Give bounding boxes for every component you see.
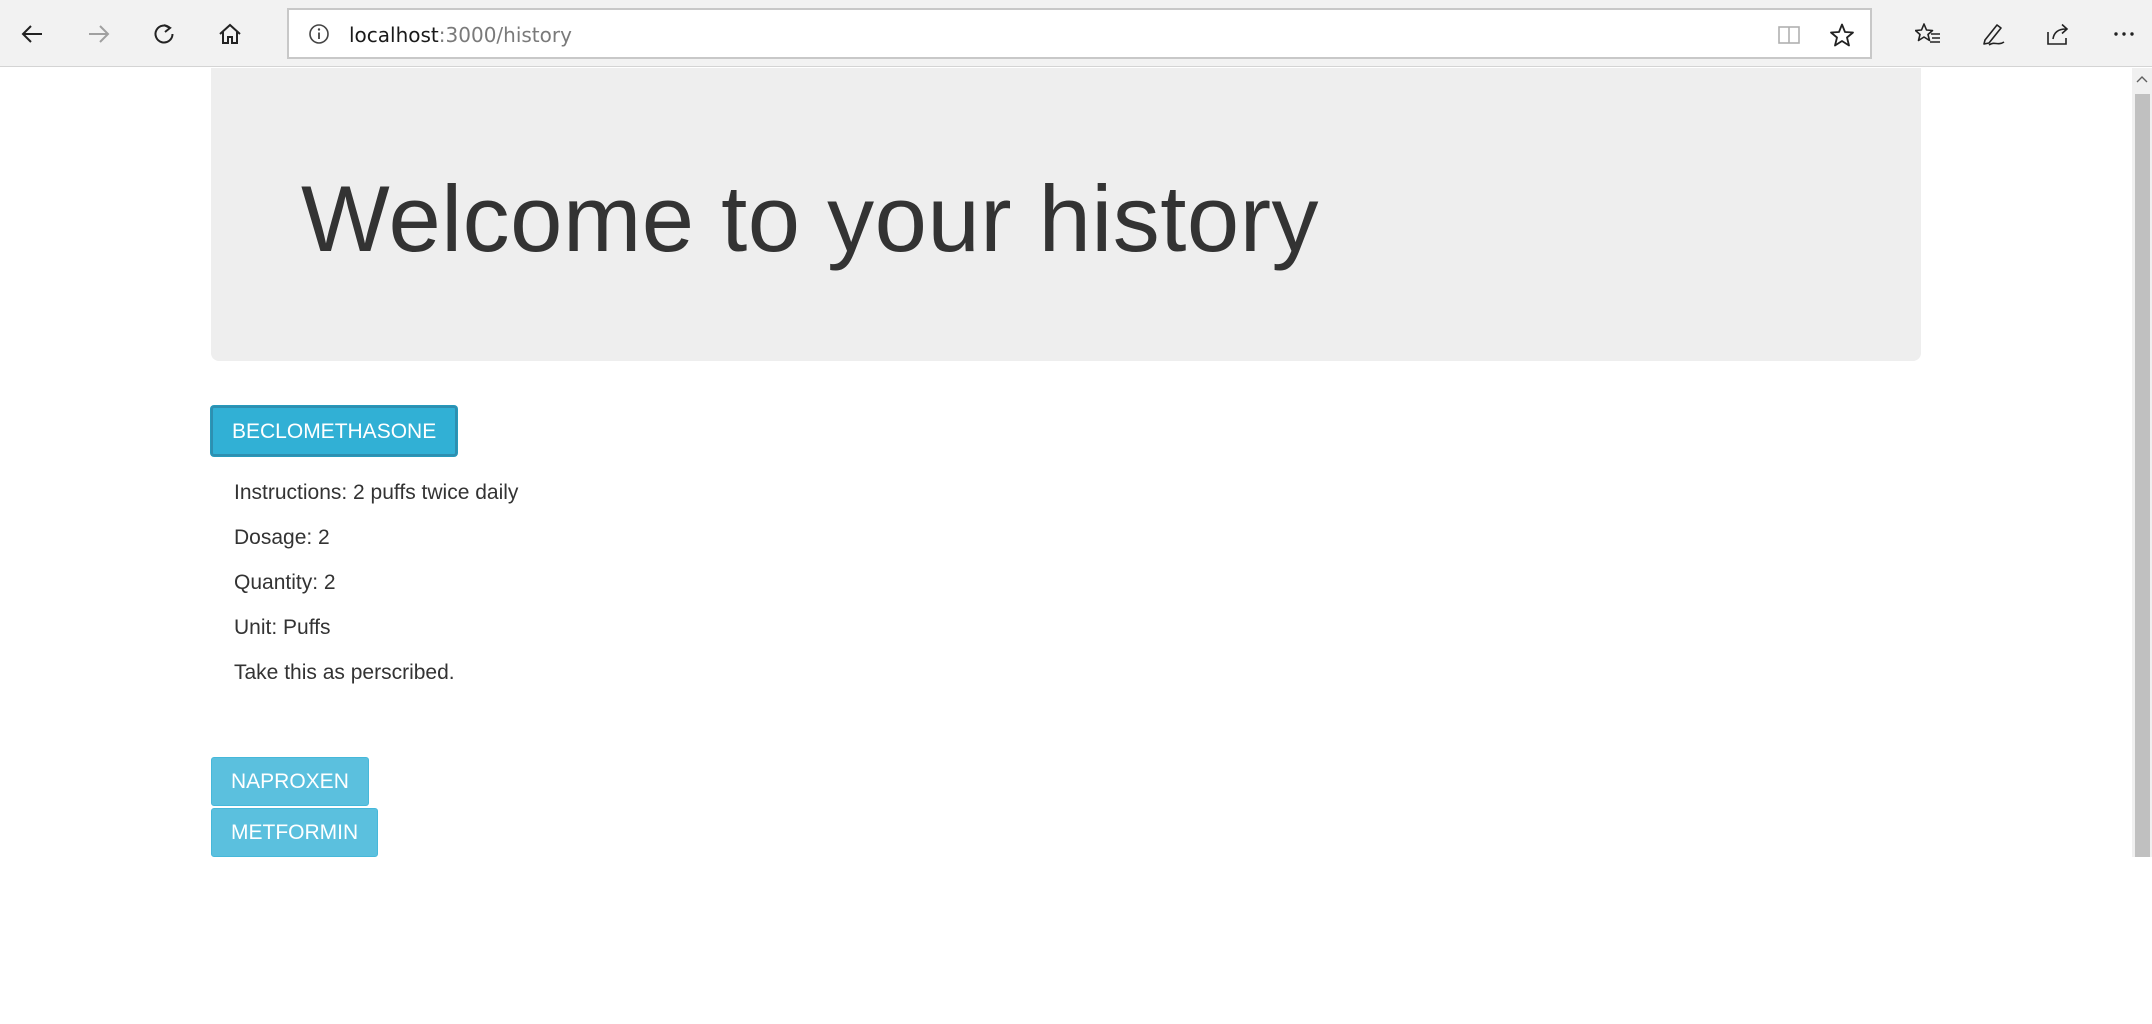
refresh-button[interactable] bbox=[142, 12, 186, 56]
share-icon bbox=[2047, 23, 2069, 45]
reading-view-icon[interactable] bbox=[1774, 20, 1804, 50]
address-bar[interactable]: localhost:3000/history bbox=[287, 8, 1872, 59]
unit-text: Unit: Puffs bbox=[234, 616, 331, 639]
back-button[interactable] bbox=[11, 12, 55, 56]
medication-button-metformin[interactable]: METFORMIN bbox=[211, 808, 379, 857]
scroll-up-arrow-icon[interactable] bbox=[2132, 68, 2152, 90]
instructions-text: Instructions: 2 puffs twice daily bbox=[234, 481, 519, 504]
url-host: localhost bbox=[349, 23, 439, 47]
viewport-bottom-area bbox=[0, 857, 2132, 1024]
jumbotron: Welcome to your history bbox=[211, 68, 1921, 361]
refresh-icon bbox=[154, 24, 174, 44]
notes-button[interactable] bbox=[1971, 12, 2015, 56]
vertical-scrollbar[interactable] bbox=[2132, 68, 2152, 857]
prescription-note: Take this as perscribed. bbox=[234, 661, 455, 684]
share-button[interactable] bbox=[2036, 12, 2080, 56]
quantity-text: Quantity: 2 bbox=[234, 571, 336, 594]
medication-button-naproxen[interactable]: NAPROXEN bbox=[211, 757, 369, 806]
home-icon bbox=[219, 23, 241, 44]
url-text[interactable]: localhost:3000/history bbox=[349, 23, 572, 47]
home-button[interactable] bbox=[208, 12, 252, 56]
scrollbar-thumb[interactable] bbox=[2135, 94, 2150, 857]
forward-button[interactable] bbox=[76, 12, 120, 56]
url-path: :3000/history bbox=[438, 23, 572, 47]
page-title: Welcome to your history bbox=[301, 166, 1320, 271]
dosage-text: Dosage: 2 bbox=[234, 526, 330, 549]
browser-toolbar: localhost:3000/history bbox=[0, 0, 2152, 67]
more-icon bbox=[2114, 32, 2134, 36]
info-icon[interactable] bbox=[307, 22, 331, 46]
pen-icon bbox=[1983, 24, 2005, 46]
back-arrow-icon bbox=[21, 25, 42, 43]
star-icon[interactable] bbox=[1827, 20, 1857, 50]
medication-button-beclomethasone[interactable]: BECLOMETHASONE bbox=[211, 406, 458, 456]
forward-arrow-icon bbox=[89, 25, 110, 43]
favorites-list-button[interactable] bbox=[1906, 12, 1950, 56]
more-button[interactable] bbox=[2102, 12, 2146, 56]
medication-details: Instructions: 2 puffs twice daily Dosage… bbox=[234, 480, 518, 705]
favorites-list-icon bbox=[1915, 23, 1940, 43]
